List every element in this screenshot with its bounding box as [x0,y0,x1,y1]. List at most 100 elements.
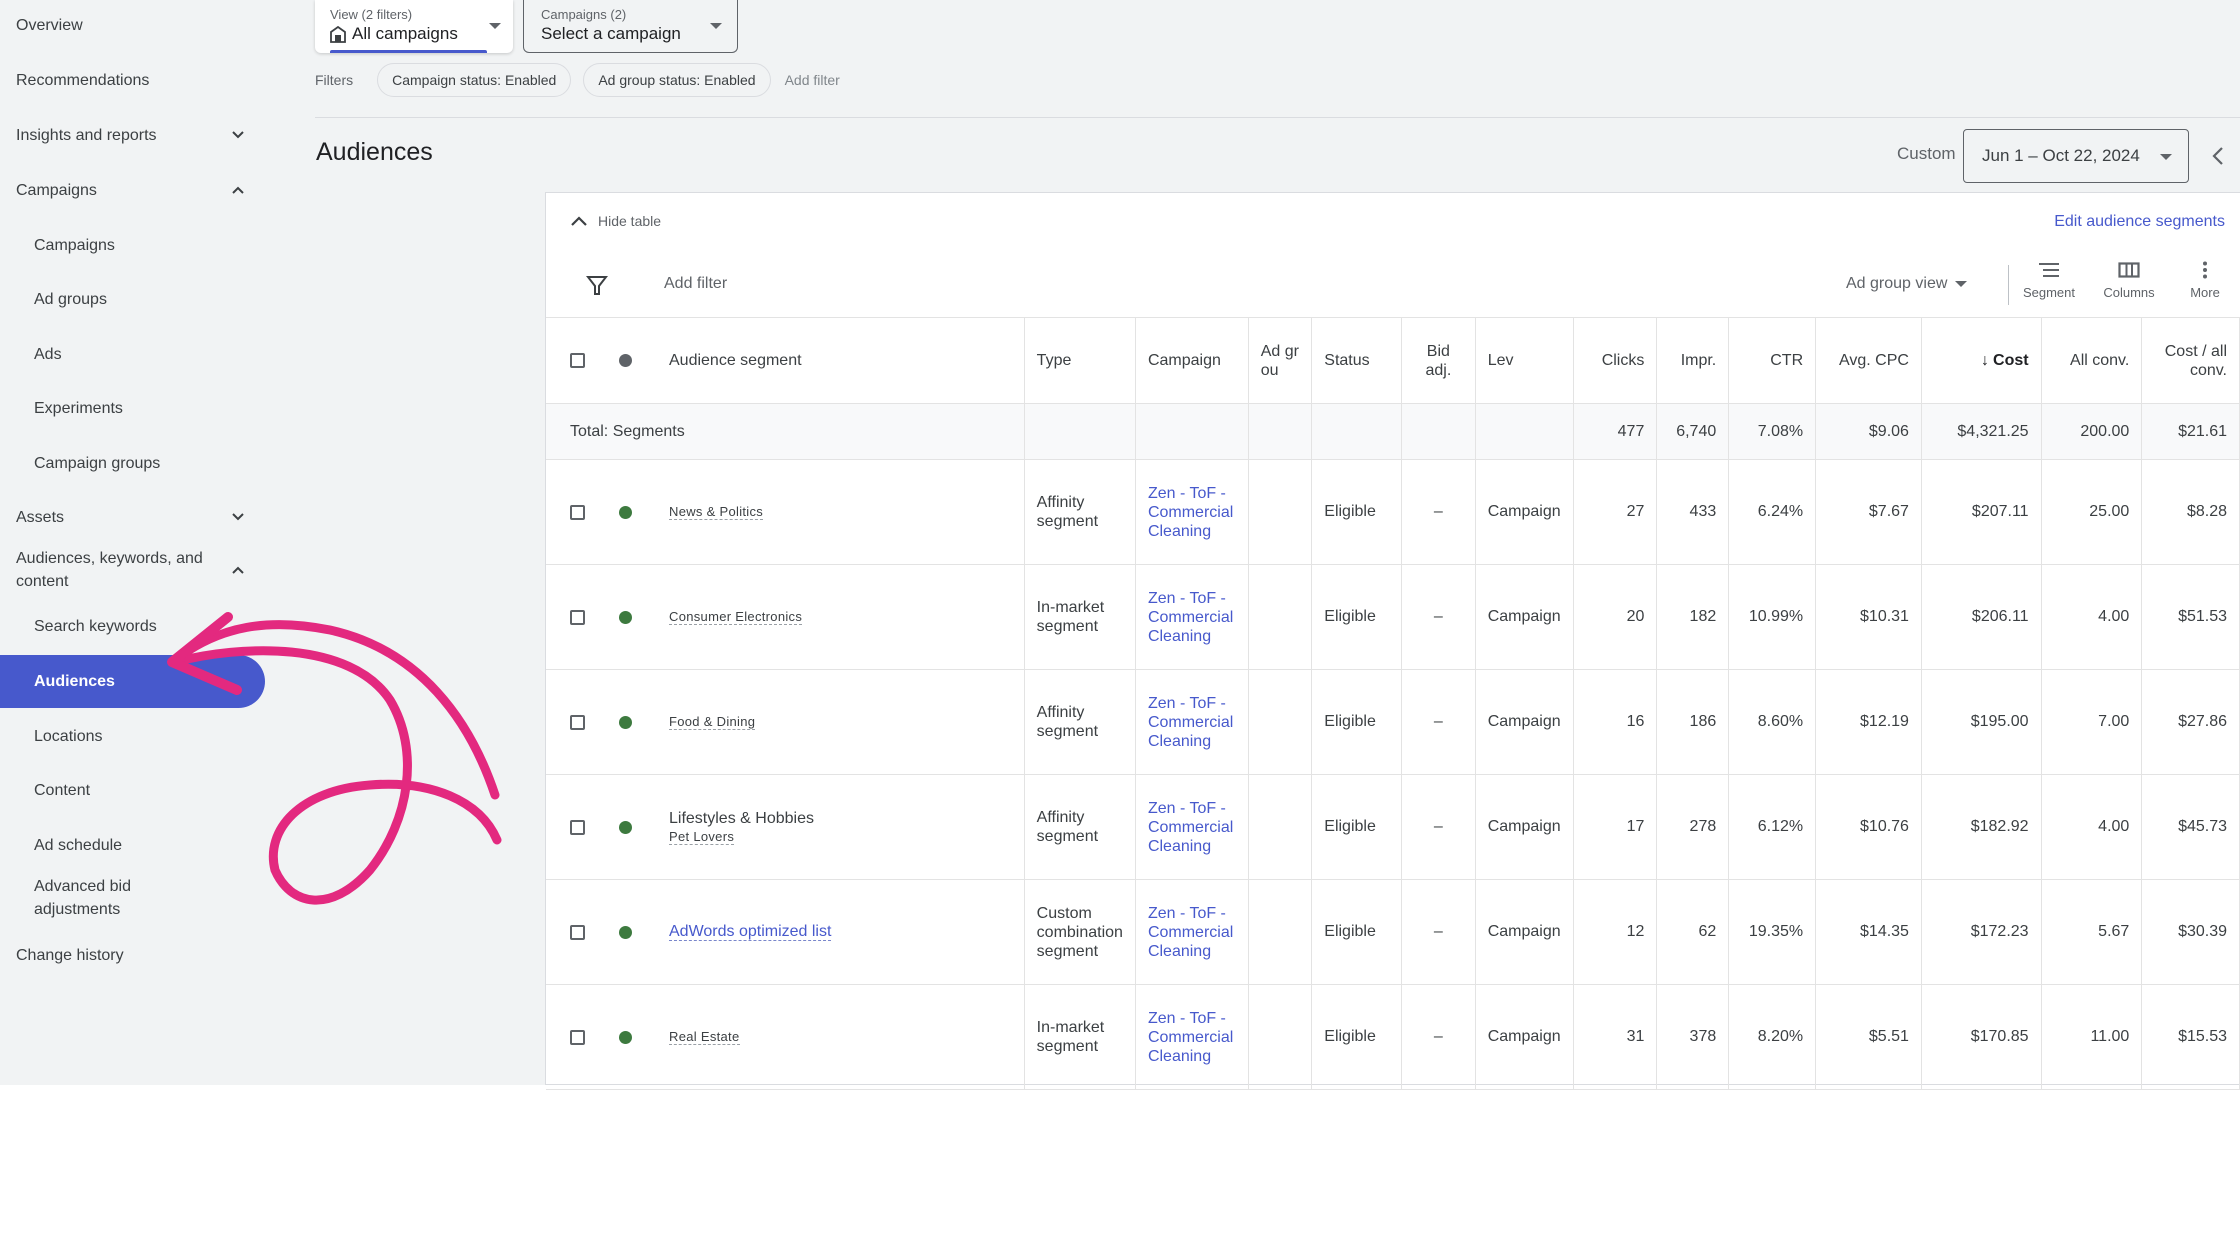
campaign-link[interactable]: Zen - ToF - Commercial Cleaning [1148,905,1233,960]
more-vert-icon [2203,261,2207,279]
row-checkbox[interactable] [570,819,585,835]
col-header-bid-adj[interactable]: Bid adj. [1401,317,1476,404]
sidebar-item-change-history[interactable]: Change history [0,940,265,970]
row-checkbox[interactable] [570,924,585,940]
sidebar-item-campaigns-sub[interactable]: Campaigns [0,230,265,260]
cell-all-conv: 11.00 [2040,984,2143,1090]
col-header-level[interactable]: Lev [1474,317,1574,404]
cell-clicks: 27 [1572,459,1658,565]
chevron-up-icon[interactable] [230,562,246,578]
col-header-cost[interactable]: ↓ Cost [1920,317,2042,404]
segment-name-link[interactable]: Food & Dining [669,714,756,730]
cell-bid-adj[interactable]: – [1401,774,1476,880]
col-header-ad-group[interactable]: Ad grou [1247,317,1313,404]
cell-campaign: Zen - ToF - Commercial Cleaning [1134,459,1249,565]
table-add-filter[interactable]: Add filter [664,275,727,293]
row-checkbox[interactable] [570,1029,585,1045]
segment-icon [2039,263,2059,277]
cell-bid-adj[interactable]: – [1401,564,1476,670]
add-filter-link[interactable]: Add filter [785,72,840,88]
col-header-avg-cpc[interactable]: Avg. CPC [1815,317,1922,404]
columns-button[interactable]: Columns [2094,261,2164,300]
cell-level: Campaign [1474,879,1574,985]
segment-name-link[interactable]: AdWords optimized list [669,923,832,941]
cell-type: Affinity segment [1023,774,1136,880]
sidebar-item-insights-and-reports[interactable]: Insights and reports [0,120,265,150]
col-header-all-conv[interactable]: All conv. [2040,317,2143,404]
edit-audience-segments-link[interactable]: Edit audience segments [2054,213,2225,231]
cell-clicks: 16 [1572,669,1658,775]
sidebar-item-ads-sub[interactable]: Ads [0,339,265,369]
sidebar-item-recommendations[interactable]: Recommendations [0,65,265,95]
sidebar-item-experiments-sub[interactable]: Experiments [0,393,265,423]
row-checkbox[interactable] [570,609,585,625]
hide-table-toggle[interactable]: Hide table [570,213,661,229]
campaign-link[interactable]: Zen - ToF - Commercial Cleaning [1148,800,1233,855]
sidebar-item-audiences-sub[interactable]: Audiences [0,654,265,708]
view-selector[interactable]: View (2 filters) All campaigns [315,0,513,53]
select-all-checkbox[interactable] [570,353,585,368]
col-header-segment[interactable]: Audience segment [546,317,1025,404]
campaign-link[interactable]: Zen - ToF - Commercial Cleaning [1148,485,1233,540]
campaign-selector[interactable]: Campaigns (2) Select a campaign [523,0,738,53]
cell-level: Campaign [1474,774,1574,880]
chevron-down-icon[interactable] [230,509,246,525]
col-header-clicks[interactable]: Clicks [1572,317,1658,404]
campaign-link[interactable]: Zen - ToF - Commercial Cleaning [1148,590,1233,645]
more-button[interactable]: More [2170,261,2240,300]
total-avg-cpc: $9.06 [1815,403,1922,460]
col-header-type[interactable]: Type [1023,317,1136,404]
segment-name-link[interactable]: Consumer Electronics [669,609,803,625]
segment-name-link[interactable]: News & Politics [669,504,764,520]
row-checkbox[interactable] [570,714,585,730]
cell-bid-adj[interactable]: – [1401,984,1476,1090]
total-label: Total: Segments [546,403,1025,460]
cell-avg-cpc: $10.76 [1815,774,1922,880]
filter-chip-ad-group-status[interactable]: Ad group status: Enabled [583,63,771,97]
filter-chip-campaign-status[interactable]: Campaign status: Enabled [377,63,572,97]
sidebar-item-overview[interactable]: Overview [0,10,265,40]
cell-clicks: 12 [1572,879,1658,985]
col-header-status[interactable]: Status [1311,317,1403,404]
sidebar-item-campaign-groups-sub[interactable]: Campaign groups [0,448,265,478]
total-ad-group [1247,403,1313,460]
chevron-left-icon[interactable] [2207,144,2231,168]
chevron-down-icon[interactable] [230,127,246,143]
header-divider [315,117,2240,118]
sidebar-item-assets[interactable]: Assets [0,502,265,532]
filter-icon[interactable] [586,274,608,296]
sidebar-item-ad-schedule-sub[interactable]: Ad schedule [0,830,265,860]
col-header-impr[interactable]: Impr. [1656,317,1730,404]
segment-name-link[interactable]: Real Estate [669,1029,740,1045]
sidebar-item-search-keywords-sub[interactable]: Search keywords [0,611,265,641]
cell-bid-adj[interactable]: – [1401,459,1476,565]
sidebar-item-content-sub[interactable]: Content [0,775,265,805]
chevron-up-icon [571,216,587,226]
col-header-ctr[interactable]: CTR [1728,317,1817,404]
cell-level: Campaign [1474,984,1574,1090]
sidebar-item-ad-groups-sub[interactable]: Ad groups [0,284,265,314]
ad-group-view-selector[interactable]: Ad group view [1846,275,1968,293]
cell-type: In-market segment [1023,564,1136,670]
sidebar-item-advanced-bid-adjustments-sub[interactable]: Advanced bid adjustments [0,873,265,923]
date-range-picker[interactable]: Jun 1 – Oct 22, 2024 [1963,129,2189,183]
cell-status: Eligible [1311,984,1403,1090]
segment-button[interactable]: Segment [2014,261,2084,300]
cell-clicks: 31 [1572,984,1658,1090]
segment-name-link[interactable]: Pet Lovers [669,828,735,845]
sidebar-item-audiences-keywords-and-content[interactable]: Audiences, keywords, and content [0,545,265,595]
chevron-up-icon[interactable] [230,182,246,198]
col-header-campaign[interactable]: Campaign [1134,317,1249,404]
col-header-cost-per-conv[interactable]: Cost / all conv. [2141,317,2240,404]
cell-bid-adj[interactable]: – [1401,879,1476,985]
cell-bid-adj[interactable]: – [1401,669,1476,775]
segment-parent-label: Lifestyles & Hobbies [669,809,814,827]
campaign-link[interactable]: Zen - ToF - Commercial Cleaning [1148,1010,1233,1065]
sidebar-item-label: Advanced bid adjustments [34,878,131,918]
cell-cost-per-conv: $45.73 [2141,774,2240,880]
cell-ad-group [1247,774,1313,880]
sidebar-item-campaigns[interactable]: Campaigns [0,175,265,205]
campaign-link[interactable]: Zen - ToF - Commercial Cleaning [1148,695,1233,750]
sidebar-item-locations-sub[interactable]: Locations [0,721,265,751]
row-checkbox[interactable] [570,504,585,520]
